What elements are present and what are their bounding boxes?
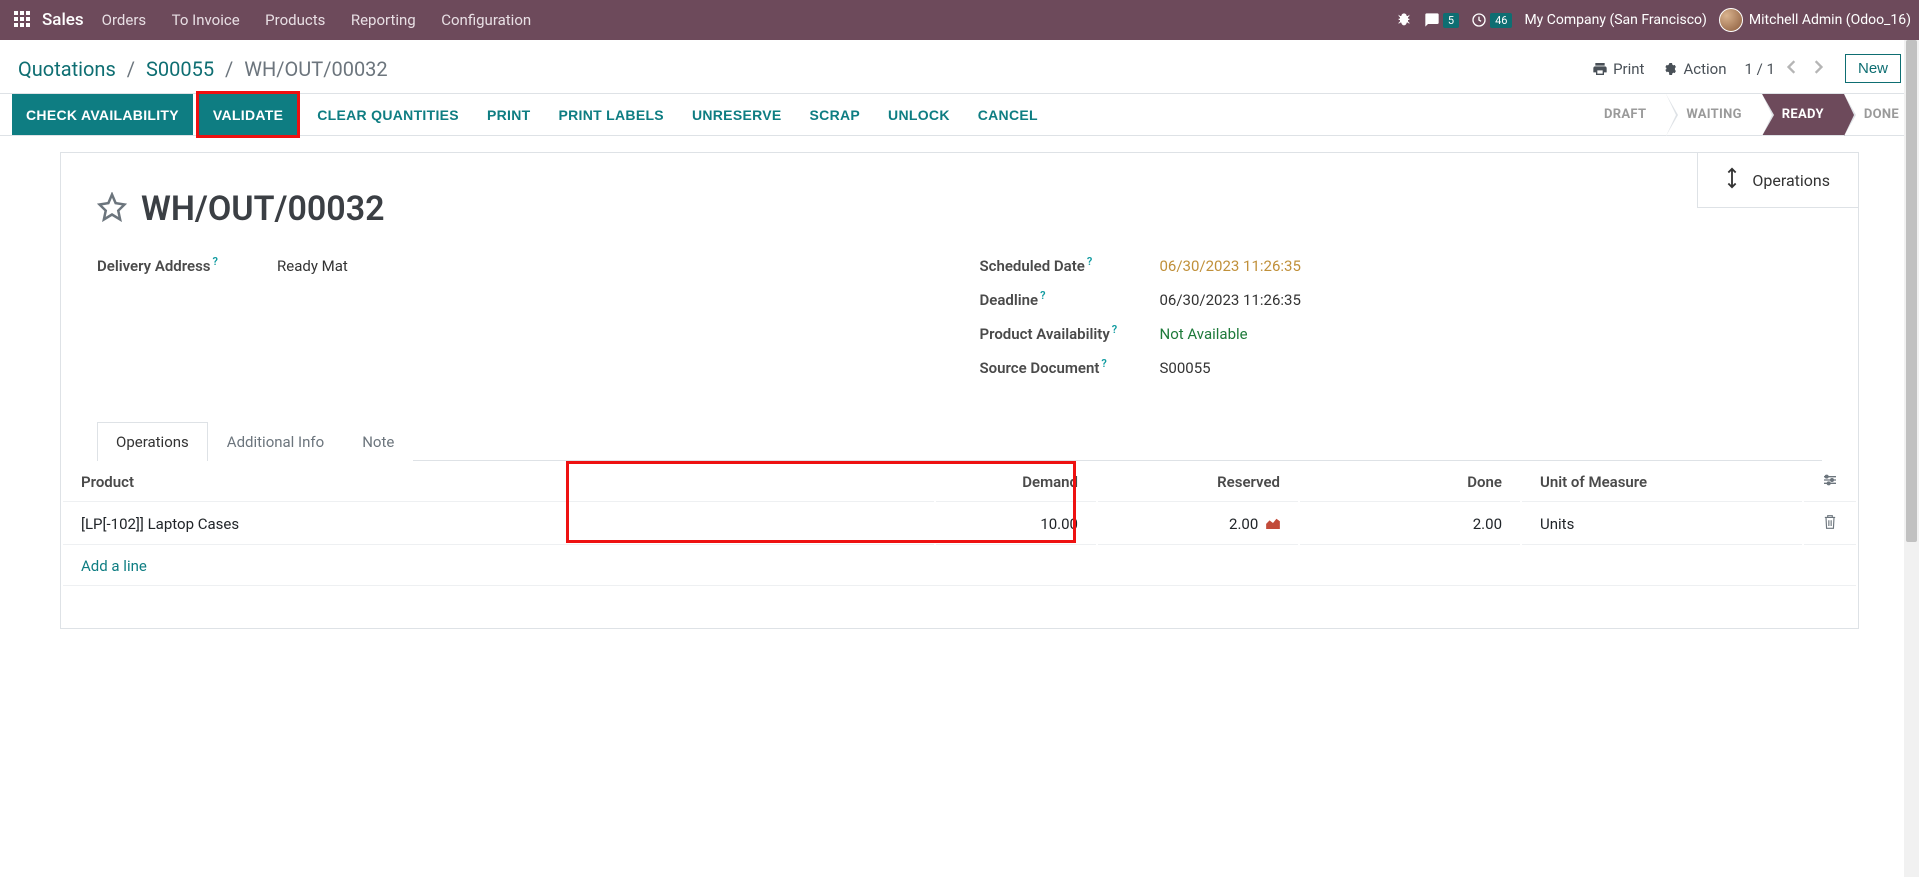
menu-to-invoice[interactable]: To Invoice [172, 11, 240, 29]
menu-reporting[interactable]: Reporting [351, 11, 416, 29]
source-document-value[interactable]: S00055 [1160, 359, 1211, 377]
tab-additional-info[interactable]: Additional Info [208, 422, 343, 461]
status-ready[interactable]: READY [1762, 94, 1844, 135]
help-icon[interactable]: ? [1101, 357, 1106, 370]
check-availability-button[interactable]: CHECK AVAILABILITY [12, 94, 193, 135]
col-demand[interactable]: Demand [936, 463, 1096, 502]
action-menu[interactable]: Action [1662, 60, 1726, 78]
avatar [1719, 8, 1743, 32]
scheduled-date-label: Scheduled Date? [980, 255, 1160, 275]
operations-stat-button[interactable]: Operations [1697, 152, 1859, 208]
scrollbar-thumb[interactable] [1906, 40, 1917, 542]
delivery-address-label: Delivery Address? [97, 255, 277, 275]
print-button[interactable]: PRINT [473, 94, 545, 135]
breadcrumb: Quotations / S00055 / WH/OUT/00032 [18, 57, 388, 81]
col-reserved[interactable]: Reserved [1098, 463, 1298, 502]
cancel-button[interactable]: CANCEL [964, 94, 1052, 135]
breadcrumb-current: WH/OUT/00032 [244, 57, 387, 81]
availability-label: Product Availability? [980, 323, 1160, 343]
tab-note[interactable]: Note [343, 422, 413, 461]
control-panel: Quotations / S00055 / WH/OUT/00032 Print… [0, 40, 1919, 94]
deadline-value: 06/30/2023 11:26:35 [1160, 291, 1301, 309]
apps-icon[interactable] [14, 11, 32, 29]
user-menu[interactable]: Mitchell Admin (Odoo_16) [1719, 8, 1911, 32]
messages-icon[interactable]: 5 [1424, 12, 1459, 28]
cell-product[interactable]: [LP[-102]] Laptop Cases [63, 504, 934, 545]
record-title: WH/OUT/00032 [141, 189, 385, 229]
scheduled-date-value[interactable]: 06/30/2023 11:26:35 [1160, 257, 1301, 275]
cell-done[interactable]: 2.00 [1300, 504, 1520, 545]
trash-icon[interactable] [1823, 516, 1837, 534]
col-product[interactable]: Product [63, 463, 934, 502]
menu-configuration[interactable]: Configuration [441, 11, 531, 29]
delivery-address-value[interactable]: Ready Mat [277, 257, 348, 275]
top-menu: Orders To Invoice Products Reporting Con… [102, 11, 554, 29]
deadline-label: Deadline? [980, 289, 1160, 309]
tab-operations[interactable]: Operations [97, 422, 208, 461]
col-options[interactable] [1804, 463, 1856, 502]
company-selector[interactable]: My Company (San Francisco) [1524, 12, 1706, 28]
pager-prev[interactable] [1783, 56, 1801, 82]
topbar: Sales Orders To Invoice Products Reporti… [0, 0, 1919, 40]
validate-button[interactable]: VALIDATE [199, 94, 297, 135]
clear-quantities-button[interactable]: CLEAR QUANTITIES [303, 94, 473, 135]
help-icon[interactable]: ? [1112, 323, 1117, 336]
breadcrumb-quotations[interactable]: Quotations [18, 57, 116, 81]
breadcrumb-order[interactable]: S00055 [146, 57, 214, 81]
username: Mitchell Admin (Odoo_16) [1749, 12, 1911, 28]
help-icon[interactable]: ? [213, 255, 218, 268]
action-bar: CHECK AVAILABILITY VALIDATE CLEAR QUANTI… [0, 94, 1919, 136]
messages-badge: 5 [1443, 13, 1459, 28]
print-labels-button[interactable]: PRINT LABELS [544, 94, 678, 135]
pager-next[interactable] [1809, 56, 1827, 82]
operations-table: Product Demand Reserved Done Unit of Mea… [61, 461, 1858, 628]
forecast-icon[interactable] [1266, 515, 1280, 533]
unreserve-button[interactable]: UNRESERVE [678, 94, 796, 135]
add-line-button[interactable]: Add a line [63, 547, 165, 585]
status-bar: DRAFT WAITING READY DONE [1584, 94, 1919, 135]
scrap-button[interactable]: SCRAP [796, 94, 875, 135]
help-icon[interactable]: ? [1087, 255, 1092, 268]
activities-badge: 46 [1490, 13, 1512, 28]
print-menu[interactable]: Print [1592, 60, 1644, 78]
star-icon[interactable] [97, 192, 127, 226]
table-row[interactable]: [LP[-102]] Laptop Cases 10.00 2.00 2.00 … [63, 504, 1856, 545]
pager-text[interactable]: 1 / 1 [1744, 60, 1775, 78]
menu-products[interactable]: Products [265, 11, 325, 29]
help-icon[interactable]: ? [1040, 289, 1045, 302]
up-down-icon [1726, 167, 1738, 193]
status-draft[interactable]: DRAFT [1584, 94, 1666, 135]
status-waiting[interactable]: WAITING [1666, 94, 1761, 135]
form-sheet: Operations WH/OUT/00032 Delivery Address… [60, 152, 1859, 629]
col-uom[interactable]: Unit of Measure [1522, 463, 1802, 502]
bug-icon[interactable] [1396, 12, 1412, 28]
source-document-label: Source Document? [980, 357, 1160, 377]
new-button[interactable]: New [1845, 54, 1901, 83]
menu-orders[interactable]: Orders [102, 11, 147, 29]
activities-icon[interactable]: 46 [1471, 12, 1512, 28]
cell-demand[interactable]: 10.00 [936, 504, 1096, 545]
notebook-tabs: Operations Additional Info Note [97, 421, 1822, 461]
cell-uom[interactable]: Units [1522, 504, 1802, 545]
availability-value: Not Available [1160, 325, 1248, 343]
operations-stat-label: Operations [1752, 171, 1830, 190]
pager: 1 / 1 [1744, 56, 1827, 82]
cell-reserved[interactable]: 2.00 [1098, 504, 1298, 545]
col-done[interactable]: Done [1300, 463, 1520, 502]
scrollbar[interactable] [1904, 40, 1919, 877]
unlock-button[interactable]: UNLOCK [874, 94, 964, 135]
app-name[interactable]: Sales [42, 10, 84, 30]
